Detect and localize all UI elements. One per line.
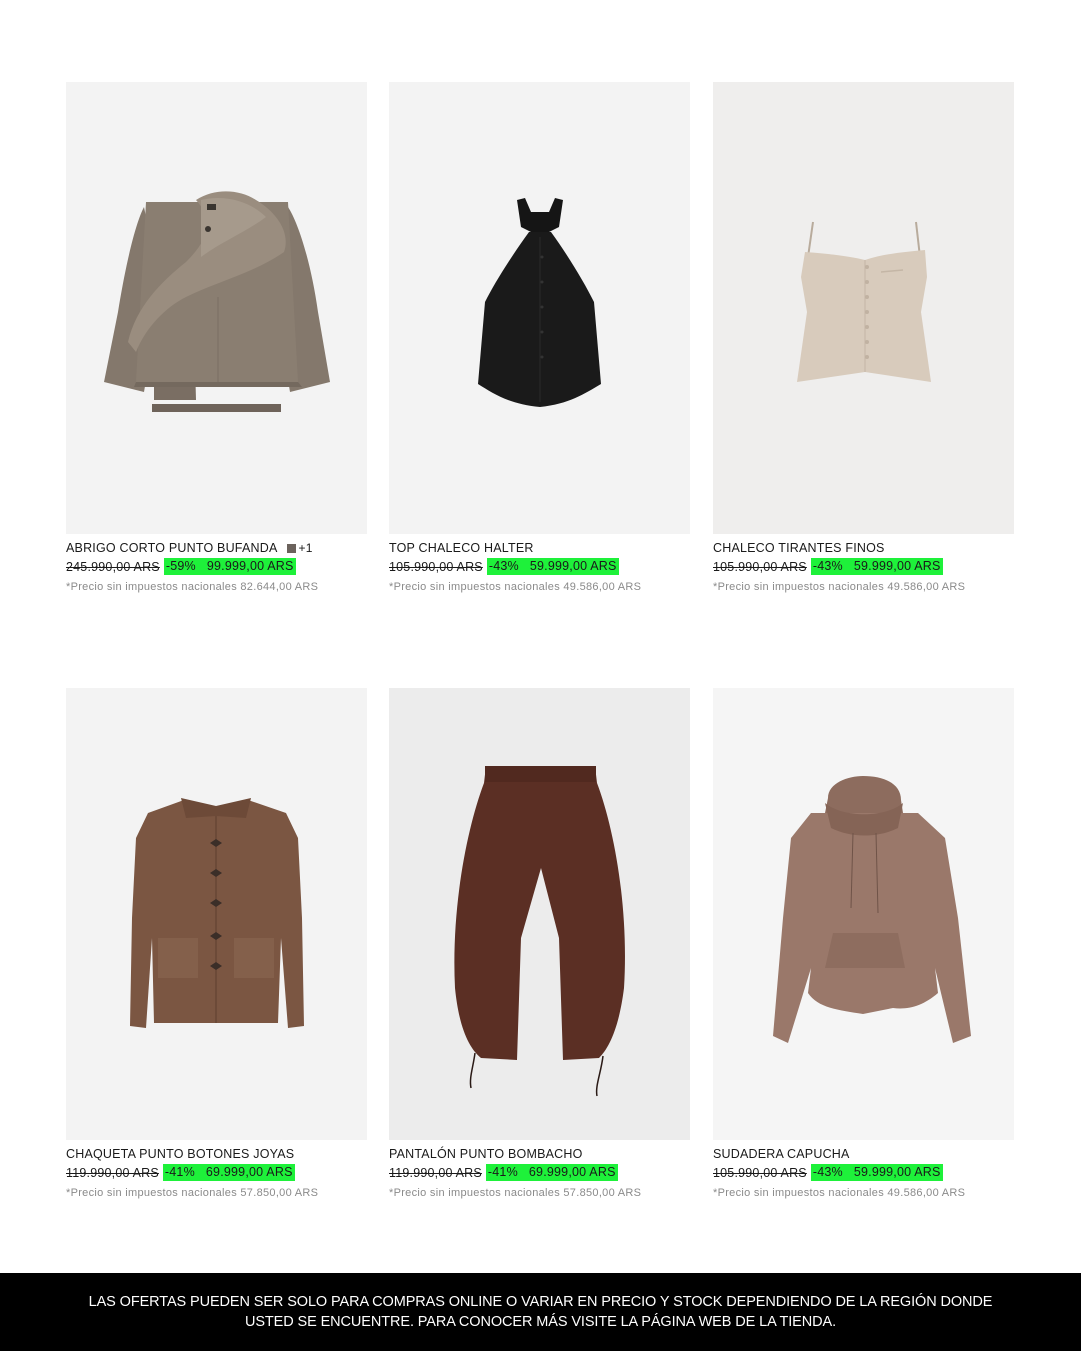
product-name[interactable]: TOP CHALECO HALTER xyxy=(389,541,690,556)
price-row: 245.990,00 ARS -59% 99.999,00 ARS xyxy=(66,558,367,575)
sale-price-badge: -41% 69.999,00 ARS xyxy=(162,1164,295,1181)
product-name[interactable]: CHALECO TIRANTES FINOS xyxy=(713,541,1014,556)
product-name-text[interactable]: CHAQUETA PUNTO BOTONES JOYAS xyxy=(66,1147,294,1162)
original-price: 245.990,00 ARS xyxy=(66,559,160,574)
original-price: 105.990,00 ARS xyxy=(713,1165,807,1180)
sale-price-badge: -43% 59.999,00 ARS xyxy=(810,1164,943,1181)
product-card[interactable]: SUDADERA CAPUCHA 105.990,00 ARS -43% 59.… xyxy=(713,688,1014,1199)
sale-price: 69.999,00 ARS xyxy=(528,1165,616,1179)
product-card[interactable]: CHALECO TIRANTES FINOS 105.990,00 ARS -4… xyxy=(713,82,1014,593)
sale-price-badge: -41% 69.999,00 ARS xyxy=(485,1164,618,1181)
sale-price: 59.999,00 ARS xyxy=(529,559,617,573)
price-row: 119.990,00 ARS -41% 69.999,00 ARS xyxy=(66,1164,367,1181)
brown-balloon-pants-image[interactable] xyxy=(389,688,690,1140)
product-name-text[interactable]: SUDADERA CAPUCHA xyxy=(713,1147,850,1162)
discount-percent: -43% xyxy=(488,559,519,573)
sale-price-badge: -43% 59.999,00 ARS xyxy=(486,558,619,575)
sale-price-badge: -43% 59.999,00 ARS xyxy=(810,558,943,575)
tax-note: *Precio sin impuestos nacionales 49.586,… xyxy=(713,581,966,593)
tax-note: *Precio sin impuestos nacionales 49.586,… xyxy=(713,1187,966,1199)
tax-note: *Precio sin impuestos nacionales 57.850,… xyxy=(389,1187,642,1199)
product-name-text[interactable]: PANTALÓN PUNTO BOMBACHO xyxy=(389,1147,583,1162)
sale-price-badge: -59% 99.999,00 ARS xyxy=(163,558,296,575)
mauve-hoodie-image[interactable] xyxy=(713,688,1014,1140)
sale-price: 59.999,00 ARS xyxy=(853,1165,941,1179)
original-price: 105.990,00 ARS xyxy=(713,559,807,574)
product-card[interactable]: ABRIGO CORTO PUNTO BUFANDA +1 245.990,00… xyxy=(66,82,367,593)
price-row: 105.990,00 ARS -43% 59.999,00 ARS xyxy=(389,558,690,575)
more-colors-count[interactable]: +1 xyxy=(299,541,313,556)
disclaimer-text: LAS OFERTAS PUEDEN SER SOLO PARA COMPRAS… xyxy=(88,1294,993,1330)
tax-note: *Precio sin impuestos nacionales 49.586,… xyxy=(389,581,642,593)
discount-percent: -59% xyxy=(165,559,196,573)
price-row: 105.990,00 ARS -43% 59.999,00 ARS xyxy=(713,1164,1014,1181)
product-card[interactable]: PANTALÓN PUNTO BOMBACHO 119.990,00 ARS -… xyxy=(389,688,690,1199)
price-row: 119.990,00 ARS -41% 69.999,00 ARS xyxy=(389,1164,690,1181)
beige-strappy-vest-image[interactable] xyxy=(713,82,1014,534)
original-price: 119.990,00 ARS xyxy=(66,1165,159,1180)
price-row: 105.990,00 ARS -43% 59.999,00 ARS xyxy=(713,558,1014,575)
color-swatch[interactable] xyxy=(286,544,296,553)
product-name[interactable]: ABRIGO CORTO PUNTO BUFANDA +1 xyxy=(66,541,367,556)
original-price: 105.990,00 ARS xyxy=(389,559,483,574)
discount-percent: -43% xyxy=(812,559,843,573)
product-card[interactable]: CHAQUETA PUNTO BOTONES JOYAS 119.990,00 … xyxy=(66,688,367,1199)
product-name[interactable]: CHAQUETA PUNTO BOTONES JOYAS xyxy=(66,1147,367,1162)
tax-note: *Precio sin impuestos nacionales 82.644,… xyxy=(66,581,319,593)
brown-knit-cardigan-image[interactable] xyxy=(66,688,367,1140)
sale-price: 99.999,00 ARS xyxy=(206,559,294,573)
product-name-text[interactable]: TOP CHALECO HALTER xyxy=(389,541,534,556)
original-price: 119.990,00 ARS xyxy=(389,1165,482,1180)
tax-note: *Precio sin impuestos nacionales 57.850,… xyxy=(66,1187,319,1199)
product-name-text[interactable]: CHALECO TIRANTES FINOS xyxy=(713,541,885,556)
sale-price: 59.999,00 ARS xyxy=(853,559,941,573)
footer-disclaimer-bar: LAS OFERTAS PUEDEN SER SOLO PARA COMPRAS… xyxy=(0,1273,1081,1351)
product-name-text[interactable]: ABRIGO CORTO PUNTO BUFANDA xyxy=(66,541,278,556)
discount-percent: -43% xyxy=(812,1165,843,1179)
knit-scarf-coat-image[interactable] xyxy=(66,82,367,534)
black-halter-top-image[interactable] xyxy=(389,82,690,534)
sale-price: 69.999,00 ARS xyxy=(205,1165,293,1179)
discount-percent: -41% xyxy=(487,1165,518,1179)
product-name[interactable]: PANTALÓN PUNTO BOMBACHO xyxy=(389,1147,690,1162)
discount-percent: -41% xyxy=(164,1165,195,1179)
product-name[interactable]: SUDADERA CAPUCHA xyxy=(713,1147,1014,1162)
product-card[interactable]: TOP CHALECO HALTER 105.990,00 ARS -43% 5… xyxy=(389,82,690,593)
